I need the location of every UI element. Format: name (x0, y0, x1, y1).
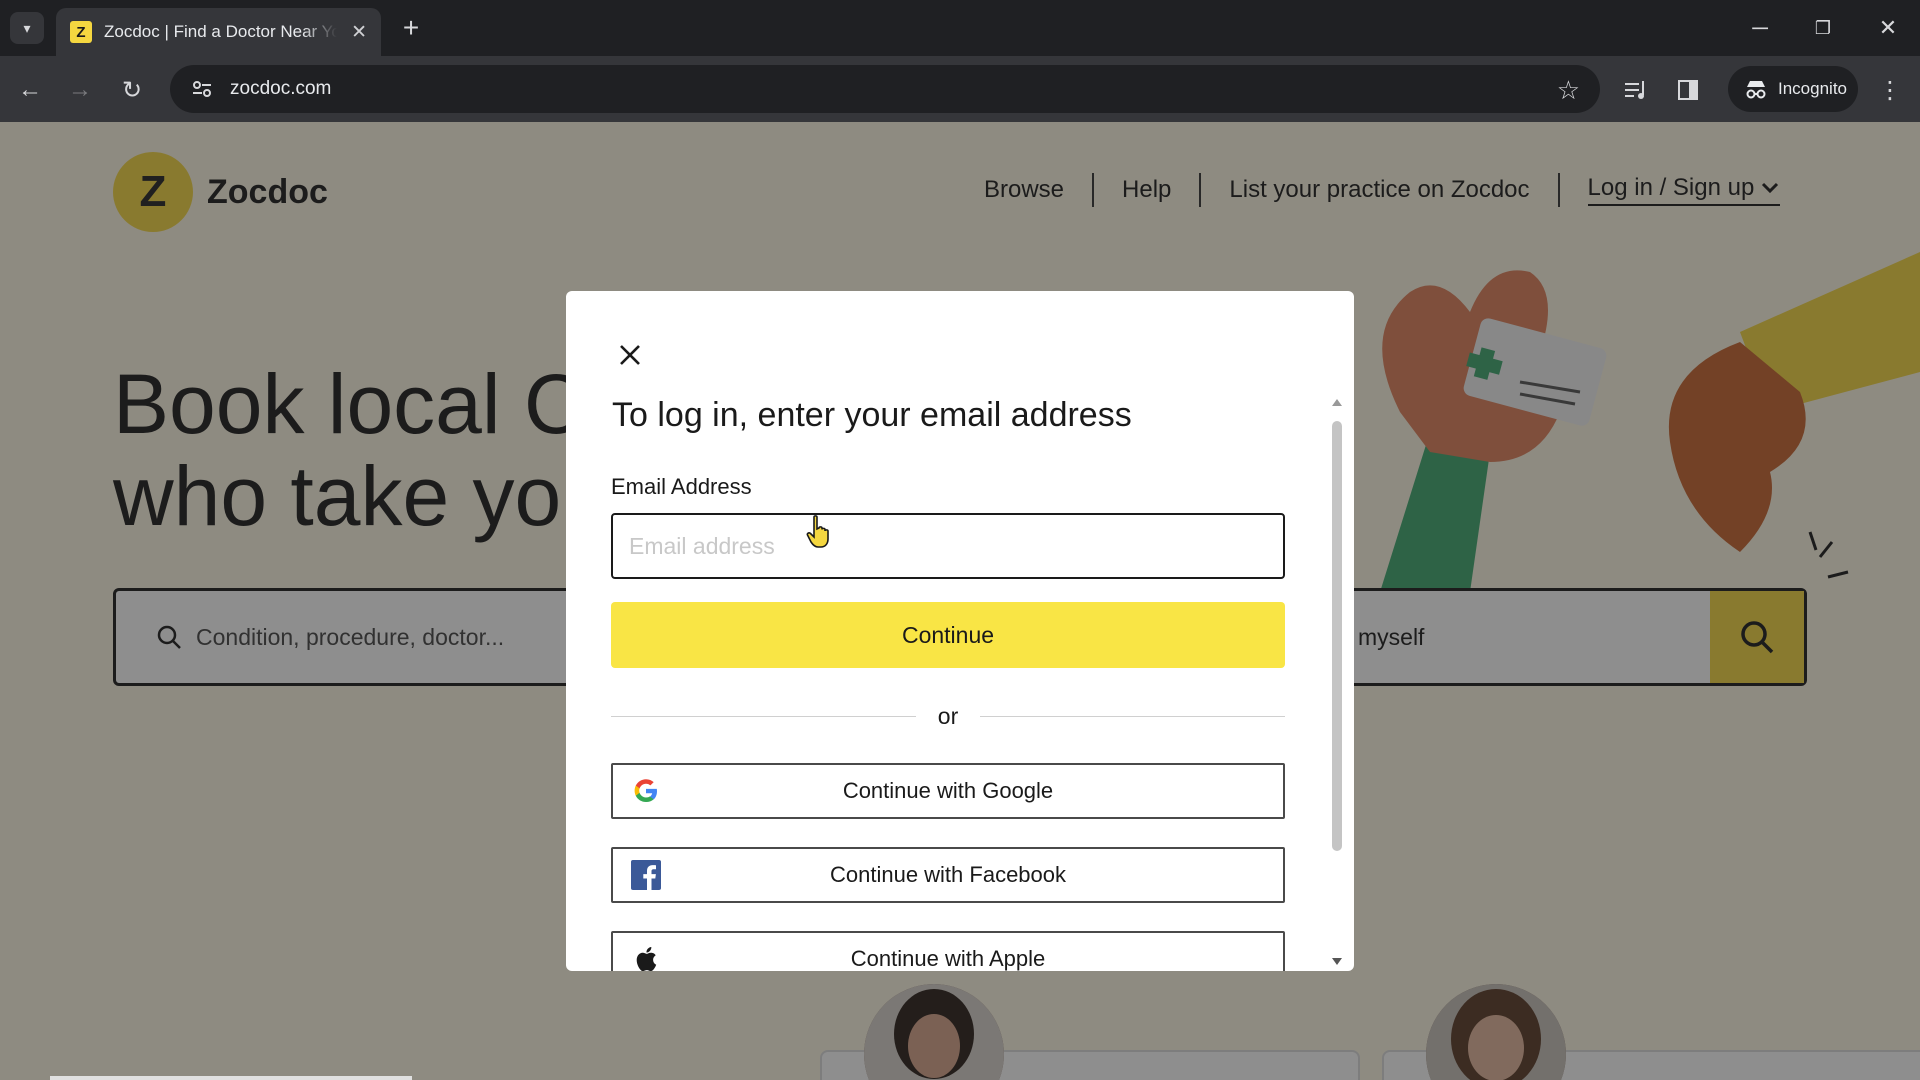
bookmark-star-icon[interactable]: ☆ (1557, 75, 1580, 106)
login-modal: To log in, enter your email address Emai… (566, 291, 1354, 971)
google-button-label: Continue with Google (842, 778, 1054, 803)
scroll-up-icon[interactable] (1332, 399, 1342, 406)
new-tab-button[interactable]: + (396, 10, 426, 46)
scroll-down-icon[interactable] (1332, 958, 1342, 965)
browser-tab[interactable]: Z Zocdoc | Find a Doctor Near You ✕ (56, 8, 381, 56)
scroll-thumb[interactable] (1332, 421, 1342, 851)
facebook-button-label: Continue with Facebook (829, 862, 1067, 887)
browser-menu-icon[interactable]: ⋮ (1872, 70, 1908, 110)
modal-scrollbar[interactable] (1330, 399, 1344, 971)
favicon-icon: Z (70, 21, 92, 43)
side-panel-icon[interactable] (1668, 70, 1708, 110)
incognito-icon (1746, 81, 1766, 99)
continue-with-google-button[interactable]: Continue with Google (611, 763, 1285, 819)
browser-toolbar: ← → ↻ zocdoc.com ☆ Incognito ⋮ (0, 56, 1920, 122)
minimize-icon[interactable]: ─ (1740, 10, 1780, 46)
browser-tab-bar: ▾ Z Zocdoc | Find a Doctor Near You ✕ + … (0, 0, 1920, 56)
apple-icon (631, 944, 661, 971)
divider-line (980, 715, 1286, 717)
google-icon (631, 776, 661, 806)
window-close-icon[interactable]: ✕ (1868, 10, 1908, 46)
or-text: or (937, 702, 959, 729)
tab-close-icon[interactable]: ✕ (351, 21, 367, 44)
restore-icon[interactable]: ❐ (1803, 10, 1843, 46)
facebook-icon (631, 860, 661, 890)
address-bar[interactable]: zocdoc.com ☆ (170, 65, 1600, 113)
email-field[interactable] (611, 513, 1285, 579)
loading-bar (50, 1076, 412, 1080)
modal-close-button[interactable] (610, 335, 650, 375)
continue-with-facebook-button[interactable]: Continue with Facebook (611, 847, 1285, 903)
close-icon (620, 345, 640, 365)
or-divider: or (611, 701, 1286, 731)
apple-button-label: Continue with Apple (850, 946, 1046, 971)
reload-icon[interactable]: ↻ (112, 70, 152, 110)
url-text: zocdoc.com (230, 78, 332, 99)
site-info-icon[interactable] (182, 80, 222, 98)
incognito-badge[interactable]: Incognito (1728, 66, 1858, 112)
back-icon[interactable]: ← (10, 70, 50, 110)
continue-button[interactable]: Continue (611, 602, 1285, 668)
forward-icon[interactable]: → (60, 70, 100, 110)
modal-title: To log in, enter your email address (612, 396, 1132, 434)
hand-cursor-icon (806, 515, 829, 548)
media-control-icon[interactable] (1616, 70, 1656, 110)
continue-with-apple-button[interactable]: Continue with Apple (611, 931, 1285, 971)
incognito-label: Incognito (1778, 79, 1847, 98)
tab-search-button[interactable]: ▾ (10, 12, 44, 44)
tab-title: Zocdoc | Find a Doctor Near You (104, 22, 338, 41)
divider-line (611, 715, 916, 717)
email-label: Email Address (611, 474, 752, 499)
